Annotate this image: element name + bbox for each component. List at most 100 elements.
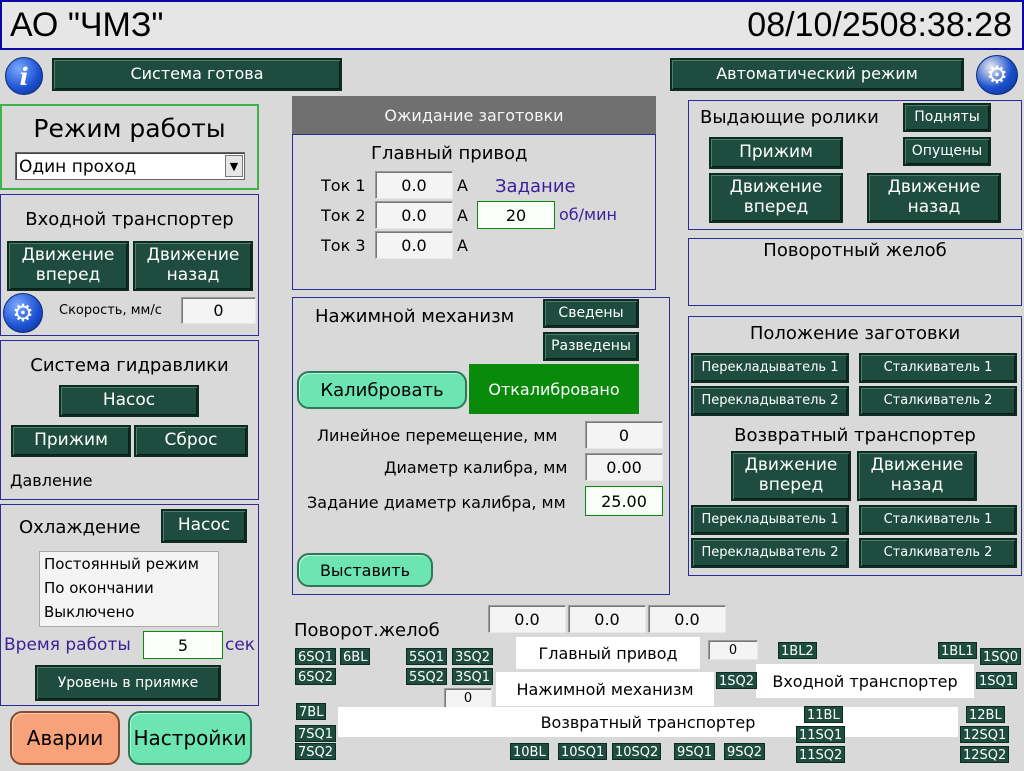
rollers-clamp-button[interactable]: Прижим xyxy=(709,137,843,169)
input-conveyor-title: Входной транспортер xyxy=(25,209,234,230)
press-panel: Нажимной механизм Сведены Разведены Кали… xyxy=(292,297,670,595)
setpoint-unit: об/мин xyxy=(559,205,617,224)
sensor-3SQ1: 3SQ1 xyxy=(452,668,494,685)
sensor-1SQ1: 1SQ1 xyxy=(976,672,1018,689)
sensor-1BL2: 1BL2 xyxy=(778,642,817,659)
main-drive-panel: Главный привод Ток 1 0.0 А Ток 2 0.0 А Т… xyxy=(292,134,656,290)
sensor-10SQ1: 10SQ1 xyxy=(558,743,608,760)
pusher2-indicator: Сталкиватель 2 xyxy=(859,386,1017,416)
current2-unit: А xyxy=(457,206,468,225)
current3-value: 0.0 xyxy=(375,231,453,259)
cooling-option-constant[interactable]: Постоянный режим xyxy=(44,555,199,573)
current1-unit: А xyxy=(457,176,468,195)
rollers-back-button[interactable]: Движение назад xyxy=(867,173,1001,223)
work-mode-panel: Режим работы Один проход ▼ xyxy=(0,104,259,190)
hydraulics-title: Система гидравлики xyxy=(30,355,229,376)
calibrated-status: Откалибровано xyxy=(469,364,639,414)
input-conveyor-panel: Входной транспортер Движение вперед Движ… xyxy=(0,194,259,336)
gauge-diameter-set-label: Задание диаметр калибра, мм xyxy=(307,493,566,512)
cooling-pump-button[interactable]: Насос xyxy=(161,509,247,543)
sensor-12SQ2: 12SQ2 xyxy=(960,746,1010,763)
sensor-1SQ0: 1SQ0 xyxy=(980,648,1022,665)
output-rollers-title: Выдающие ролики xyxy=(700,107,879,128)
output-rollers-panel: Выдающие ролики Подняты Прижим Опущены Д… xyxy=(688,100,1022,230)
sensor-10SQ2: 10SQ2 xyxy=(612,743,662,760)
mode-status: Автоматический режим xyxy=(670,58,964,91)
mimic-chute-value-2: 0.0 xyxy=(568,605,646,633)
rollers-forward-button[interactable]: Движение вперед xyxy=(709,173,843,223)
calibrate-button[interactable]: Калибровать xyxy=(297,371,467,409)
work-time-unit: сек xyxy=(225,635,256,655)
sensor-3SQ2: 3SQ2 xyxy=(452,648,494,665)
rollers-raised-indicator: Подняты xyxy=(903,103,991,132)
mimic-press: Нажимной механизм xyxy=(496,672,714,706)
gear-icon[interactable]: ⚙ xyxy=(976,55,1018,95)
hydraulics-reset-button[interactable]: Сброс xyxy=(134,425,248,457)
system-status: Система готова xyxy=(52,58,342,91)
return-pusher1-indicator: Сталкиватель 1 xyxy=(859,505,1017,535)
mimic-return-conveyor: Возвратный транспортер xyxy=(338,707,958,737)
return-shifter1-indicator: Перекладыватель 1 xyxy=(691,505,849,535)
chute-panel: Поворотный желоб xyxy=(688,238,1022,306)
current3-label: Ток 3 xyxy=(321,236,366,255)
current1-value: 0.0 xyxy=(375,171,453,199)
input-forward-button[interactable]: Движение вперед xyxy=(7,241,129,291)
datetime-display: 08/10/2508:38:28 xyxy=(747,6,1012,44)
mimic-chute-value-1: 0.0 xyxy=(488,605,566,633)
cooling-options-list[interactable]: Постоянный режим По окончании Выключено xyxy=(39,551,219,627)
hydraulics-panel: Система гидравлики Насос Прижим Сброс Да… xyxy=(0,340,259,500)
current3-unit: А xyxy=(457,236,468,255)
setpoint-value[interactable]: 20 xyxy=(477,201,555,229)
billet-position-title: Положение заготовки xyxy=(749,323,961,344)
current2-value: 0.0 xyxy=(375,201,453,229)
work-mode-select[interactable]: Один проход ▼ xyxy=(15,152,245,180)
settings-button[interactable]: Настройки xyxy=(128,711,252,765)
sensor-11BL: 11BL xyxy=(804,706,843,723)
apply-button[interactable]: Выставить xyxy=(297,553,433,587)
pressure-label: Давление xyxy=(10,471,93,490)
return-pusher2-indicator: Сталкиватель 2 xyxy=(859,538,1017,568)
return-conveyor-title: Возвратный транспортер xyxy=(734,425,976,446)
cooling-title: Охлаждение xyxy=(19,517,141,538)
sensor-5SQ2: 5SQ2 xyxy=(406,668,448,685)
sensor-6SQ2: 6SQ2 xyxy=(295,668,337,685)
main-drive-title: Главный привод xyxy=(371,143,528,164)
linear-move-label: Линейное перемещение, мм xyxy=(317,426,558,445)
setpoint-label: Задание xyxy=(495,176,576,197)
work-mode-selected: Один проход xyxy=(19,157,137,177)
sensor-12BL: 12BL xyxy=(966,706,1005,723)
sensor-1SQ2: 1SQ2 xyxy=(716,672,758,689)
sensor-6SQ1: 6SQ1 xyxy=(295,648,337,665)
work-mode-title: Режим работы xyxy=(33,114,226,143)
billet-position-panel: Положение заготовки Перекладыватель 1 Ст… xyxy=(688,316,1022,576)
hydraulics-clamp-button[interactable]: Прижим xyxy=(11,425,131,457)
chute-title: Поворотный желоб xyxy=(763,240,947,261)
input-back-button[interactable]: Движение назад xyxy=(133,241,253,291)
mimic-chute-label: Поворот.желоб xyxy=(294,620,440,641)
hydraulics-pump-button[interactable]: Насос xyxy=(59,385,199,417)
company-title: АО "ЧМЗ" xyxy=(10,6,164,44)
work-time-label: Время работы xyxy=(4,635,131,655)
rollers-lowered-indicator: Опущены xyxy=(903,137,991,166)
press-closed-indicator: Сведены xyxy=(543,299,639,328)
cooling-option-on-finish[interactable]: По окончании xyxy=(44,579,154,597)
speed-label: Скорость, мм/с xyxy=(59,303,162,318)
return-forward-button[interactable]: Движение вперед xyxy=(731,451,851,501)
sensor-6BL: 6BL xyxy=(340,648,371,665)
return-back-button[interactable]: Движение назад xyxy=(857,451,977,501)
work-time-value[interactable]: 5 xyxy=(143,631,223,659)
pusher1-indicator: Сталкиватель 1 xyxy=(859,353,1017,383)
return-shifter2-indicator: Перекладыватель 2 xyxy=(691,538,849,568)
press-open-indicator: Разведены xyxy=(543,332,639,361)
speed-gear-icon[interactable]: ⚙ xyxy=(3,293,43,333)
sensor-12SQ1: 12SQ1 xyxy=(960,726,1010,743)
alarms-button[interactable]: Аварии xyxy=(10,711,120,765)
cooling-option-off[interactable]: Выключено xyxy=(44,603,134,621)
cooling-panel: Охлаждение Насос Постоянный режим По око… xyxy=(0,504,259,706)
mimic-chute-value-3: 0.0 xyxy=(648,605,726,633)
gauge-diameter-set-value[interactable]: 25.00 xyxy=(585,486,663,516)
info-icon[interactable]: i xyxy=(5,57,43,95)
mimic-input-conveyor: Входной транспортер xyxy=(756,664,974,698)
chevron-down-icon[interactable]: ▼ xyxy=(225,155,243,177)
shifter1-indicator: Перекладыватель 1 xyxy=(691,353,849,383)
